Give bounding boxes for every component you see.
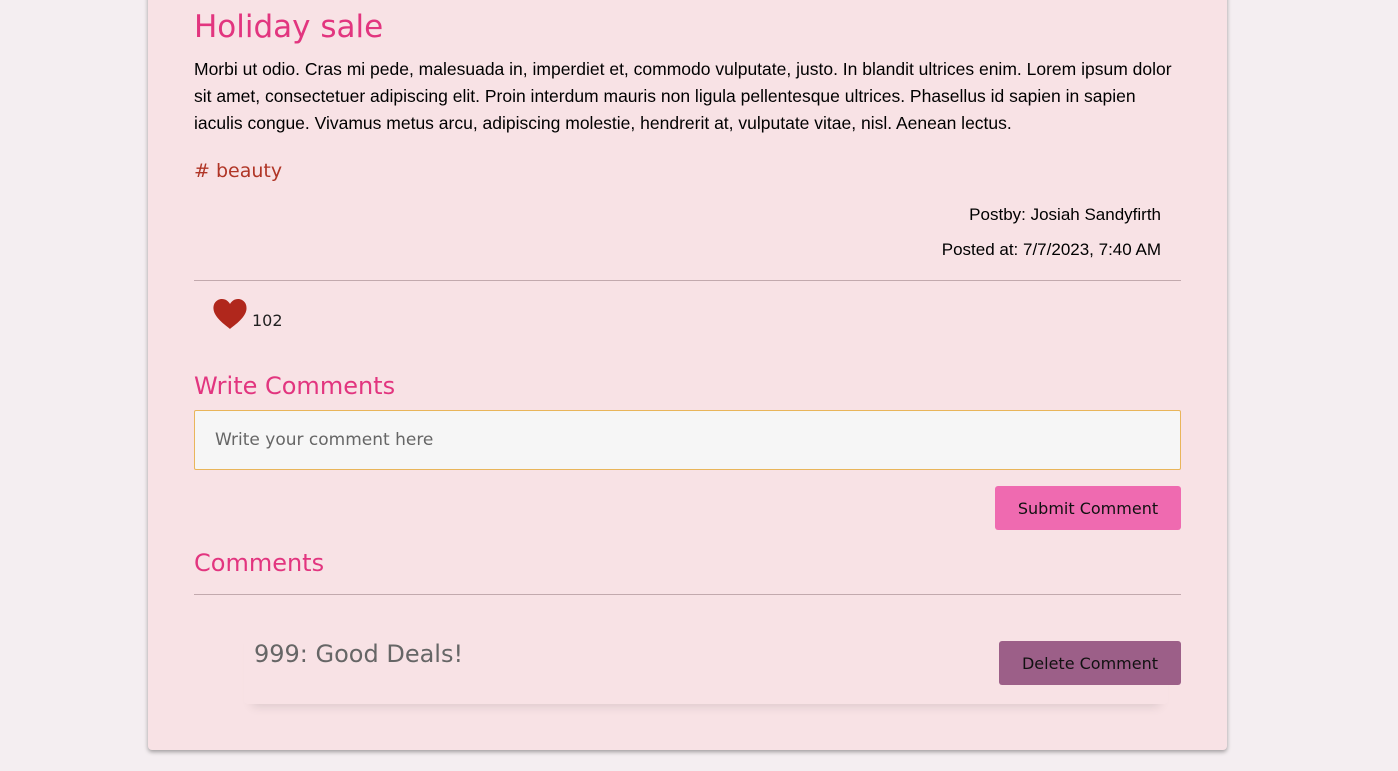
post-title: Holiday sale [194,9,384,45]
divider [194,594,1181,595]
comment-item: 999: Good Deals! Delete Comment [244,624,1181,704]
post-tag[interactable]: # beauty [194,160,282,182]
comment-text: 999: Good Deals! [254,640,464,668]
post-author: Postby: Josiah Sandyfirth [969,205,1161,224]
like-count: 102 [252,311,283,330]
submit-comment-button[interactable]: Submit Comment [995,486,1181,530]
comments-heading: Comments [194,549,325,577]
divider [194,280,1181,281]
post-card: Holiday sale Morbi ut odio. Cras mi pede… [148,0,1227,750]
like-button[interactable]: 102 [212,298,283,330]
heart-icon[interactable] [212,298,248,330]
delete-comment-button[interactable]: Delete Comment [999,641,1181,685]
write-comments-heading: Write Comments [194,372,396,400]
comment-input[interactable] [194,410,1181,470]
post-date: Posted at: 7/7/2023, 7:40 AM [941,240,1161,259]
post-body: Morbi ut odio. Cras mi pede, malesuada i… [194,59,1172,133]
